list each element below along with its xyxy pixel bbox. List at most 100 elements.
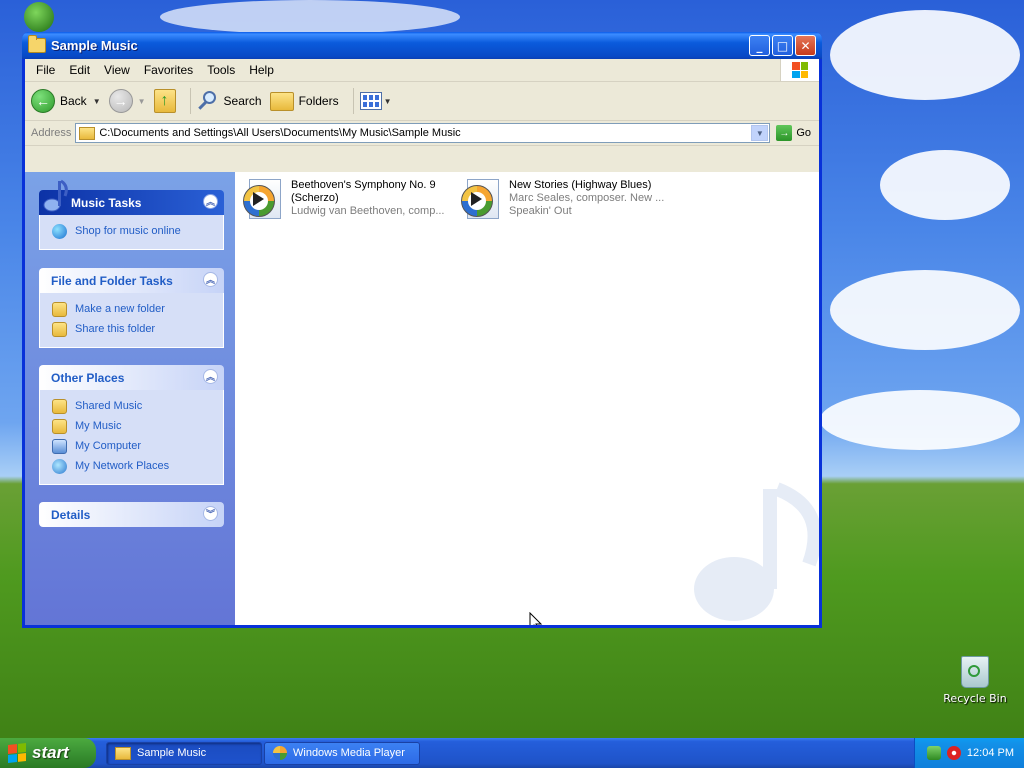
task-label: Shared Music <box>75 400 143 412</box>
folder-icon <box>79 126 96 140</box>
file-title: New Stories (Highway Blues) <box>509 179 652 191</box>
cloud <box>880 150 1010 220</box>
title-bar[interactable]: Sample Music _ □ ✕ <box>22 32 822 59</box>
computer-icon <box>52 438 67 454</box>
cloud <box>830 10 1020 100</box>
taskbar-sample-music[interactable]: Sample Music <box>106 741 262 765</box>
file-item[interactable]: Beethoven's Symphony No. 9 (Scherzo) Lud… <box>243 179 451 219</box>
globe-icon <box>52 223 67 239</box>
desktop-app-icon[interactable] <box>24 2 54 32</box>
address-value: C:\Documents and Settings\All Users\Docu… <box>99 127 461 139</box>
my-music-link[interactable]: My Music <box>52 416 223 436</box>
my-music-folder-icon <box>52 418 67 434</box>
clock[interactable]: 12:04 PM <box>967 747 1014 759</box>
back-dropdown-icon[interactable]: ▼ <box>93 97 101 106</box>
taskbar: start Sample Music Windows Media Player … <box>0 738 1024 768</box>
file-title-cont: (Scherzo) <box>291 192 339 204</box>
folders-icon <box>269 91 294 111</box>
file-folder-tasks-panel: File and Folder Tasks ︽ Make a new folde… <box>39 268 224 348</box>
task-label: Make a new folder <box>75 303 165 315</box>
menu-favorites[interactable]: Favorites <box>137 63 200 77</box>
forward-dropdown-icon[interactable]: ▼ <box>138 97 146 106</box>
back-button[interactable]: ← Back ▼ <box>31 89 101 113</box>
details-header[interactable]: Details ︾ <box>39 502 224 527</box>
taskbar-label: Sample Music <box>137 747 207 759</box>
menu-view[interactable]: View <box>97 63 137 77</box>
views-icon <box>359 92 382 110</box>
music-note-icon <box>43 179 68 212</box>
window-title: Sample Music <box>51 38 138 53</box>
back-arrow-icon: ← <box>31 89 55 113</box>
media-file-icon <box>243 179 281 219</box>
system-tray: 12:04 PM <box>914 738 1024 768</box>
task-label: Share this folder <box>75 323 156 335</box>
menu-tools[interactable]: Tools <box>200 63 242 77</box>
address-input[interactable]: C:\Documents and Settings\All Users\Docu… <box>75 123 771 143</box>
music-tasks-body: Shop for music online <box>39 215 224 250</box>
task-label: My Network Places <box>75 460 170 472</box>
search-icon <box>197 90 219 112</box>
maximize-button[interactable]: □ <box>772 35 793 56</box>
expand-chevron-icon[interactable]: ︾ <box>203 506 218 521</box>
details-panel: Details ︾ <box>39 502 224 527</box>
my-computer-link[interactable]: My Computer <box>52 436 223 456</box>
security-shield-icon[interactable] <box>946 746 961 760</box>
folders-label: Folders <box>298 94 339 108</box>
other-places-header[interactable]: Other Places ︽ <box>39 365 224 390</box>
make-new-folder-link[interactable]: Make a new folder <box>52 299 223 319</box>
menu-help[interactable]: Help <box>242 63 281 77</box>
toolbar-separator <box>352 88 354 114</box>
folders-button[interactable]: Folders <box>269 91 339 111</box>
forward-button[interactable]: → ▼ <box>108 89 146 113</box>
folder-icon <box>115 746 131 760</box>
recycle-bin-label: Recycle Bin <box>943 692 1007 705</box>
file-folder-tasks-body: Make a new folder Share this folder <box>39 293 224 348</box>
views-dropdown-icon[interactable]: ▼ <box>384 97 392 106</box>
start-button[interactable]: start <box>0 738 96 768</box>
file-info: New Stories (Highway Blues) Marc Seales,… <box>509 179 669 219</box>
shop-music-online-link[interactable]: Shop for music online <box>52 221 223 241</box>
minimize-button[interactable]: _ <box>749 35 770 56</box>
my-network-places-link[interactable]: My Network Places <box>52 456 223 476</box>
recycle-bin[interactable]: Recycle Bin <box>940 656 1010 705</box>
share-folder-link[interactable]: Share this folder <box>52 319 223 339</box>
search-button[interactable]: Search <box>197 90 262 112</box>
go-arrow-icon: → <box>776 125 793 141</box>
mouse-cursor-icon <box>529 612 543 625</box>
file-title: Beethoven's Symphony No. 9 <box>291 179 436 191</box>
cloud <box>820 390 1020 450</box>
address-dropdown-icon[interactable]: ▼ <box>751 125 769 141</box>
details-title: Details <box>51 507 91 522</box>
collapse-chevron-icon[interactable]: ︽ <box>203 369 218 384</box>
task-pane: Music Tasks ︽ Shop for music online File… <box>25 172 235 625</box>
other-places-title: Other Places <box>51 370 125 385</box>
explorer-window: Sample Music _ □ ✕ File Edit View Favori… <box>22 32 822 628</box>
file-artist: Ludwig van Beethoven, comp... <box>291 205 445 217</box>
views-button[interactable]: ▼ <box>359 92 392 110</box>
other-places-panel: Other Places ︽ Shared Music My Music My … <box>39 365 224 485</box>
file-info: Beethoven's Symphony No. 9 (Scherzo) Lud… <box>291 179 451 219</box>
file-folder-tasks-title: File and Folder Tasks <box>51 273 173 288</box>
file-item[interactable]: New Stories (Highway Blues) Marc Seales,… <box>461 179 669 219</box>
start-label: start <box>32 743 69 762</box>
shared-music-link[interactable]: Shared Music <box>52 396 223 416</box>
menu-file[interactable]: File <box>29 63 62 77</box>
collapse-chevron-icon[interactable]: ︽ <box>203 272 218 287</box>
up-folder-button[interactable]: ↑ <box>153 89 176 113</box>
collapse-chevron-icon[interactable]: ︽ <box>203 194 218 209</box>
network-tray-icon[interactable] <box>926 746 941 760</box>
shared-music-folder-icon <box>52 398 67 414</box>
network-icon <box>52 458 67 474</box>
file-folder-tasks-header[interactable]: File and Folder Tasks ︽ <box>39 268 224 293</box>
file-artist: Marc Seales, composer. New ... <box>509 192 665 204</box>
taskbar-windows-media-player[interactable]: Windows Media Player <box>264 741 420 765</box>
close-button[interactable]: ✕ <box>795 35 816 56</box>
go-button[interactable]: → Go <box>776 125 811 141</box>
task-label: My Computer <box>75 440 142 452</box>
address-label: Address <box>31 127 72 139</box>
music-tasks-header[interactable]: Music Tasks ︽ <box>39 179 224 215</box>
menu-edit[interactable]: Edit <box>62 63 97 77</box>
address-bar: Address C:\Documents and Settings\All Us… <box>25 121 819 146</box>
other-places-body: Shared Music My Music My Computer My Net… <box>39 390 224 485</box>
windows-logo-icon <box>8 743 26 763</box>
